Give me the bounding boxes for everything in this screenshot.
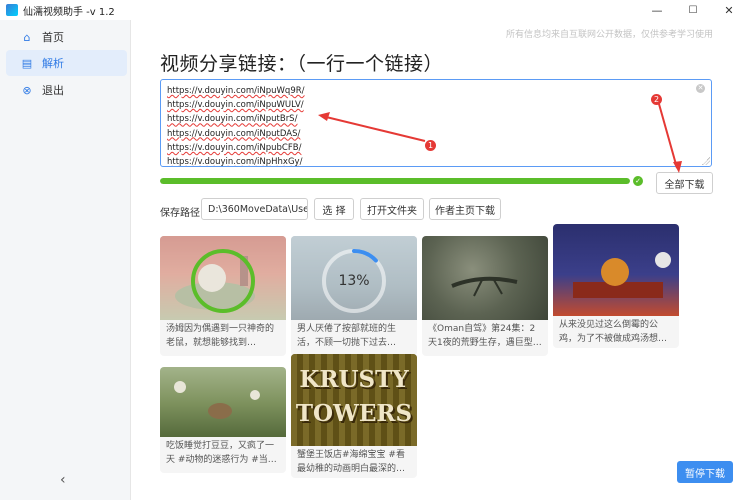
video-card[interactable]: 吃饭睡觉打豆豆，又疯了一天 #动物的迷惑行为 #当…: [160, 367, 286, 473]
author-download-button[interactable]: 作者主页下载: [429, 198, 501, 220]
link-line: https://v.douyin.com/iNpubCFB/: [167, 142, 302, 153]
save-path-label: 保存路径: [160, 208, 200, 219]
sidebar-item-exit[interactable]: ⊗ 退出: [6, 77, 127, 103]
video-card[interactable]: 从来没见过这么倒霉的公鸡，为了不被做成鸡汤想…: [553, 224, 679, 348]
overall-progress-bar: [160, 178, 630, 184]
download-all-button[interactable]: 全部下载: [656, 172, 713, 194]
maximize-button[interactable]: ☐: [675, 0, 711, 20]
done-ring-icon: [191, 249, 255, 313]
disclaimer-text: 所有信息均来自互联网公开数据，仅供参考学习使用: [505, 30, 713, 40]
save-path-field[interactable]: D:\360MoveData\Users\: [201, 198, 308, 220]
video-caption: 从来没见过这么倒霉的公鸡，为了不被做成鸡汤想…: [559, 320, 668, 344]
sidebar-item-label: 首页: [42, 31, 64, 44]
sidebar-item-home[interactable]: ⌂ 首页: [6, 24, 127, 50]
pause-download-button[interactable]: 暂停下载: [677, 461, 733, 483]
video-card[interactable]: KRUSTY TOWERS 蟹堡王饭店#海绵宝宝 #看最幼稚的动画明白最深的…: [291, 354, 417, 478]
sidebar-item-label: 解析: [42, 57, 64, 70]
app-logo-icon: [6, 4, 18, 16]
sidebar-item-parse[interactable]: ▤ 解析: [6, 50, 127, 76]
check-icon: ✓: [633, 176, 643, 186]
annotation-badge-2: 2: [651, 94, 662, 105]
close-button[interactable]: ✕: [711, 0, 747, 20]
video-caption: 蟹堡王饭店#海绵宝宝 #看最幼稚的动画明白最深的…: [297, 450, 406, 474]
minimize-button[interactable]: —: [639, 0, 675, 20]
choose-folder-button[interactable]: 选 择: [314, 198, 354, 220]
link-line: https://v.douyin.com/iNputDAS/: [167, 128, 301, 139]
links-textarea[interactable]: https://v.douyin.com/iNpuWq9R/ https://v…: [160, 79, 712, 167]
video-card[interactable]: 《Oman自驾》第24集：2天1夜的荒野生存，遇巨型…: [422, 236, 548, 356]
page-title: 视频分享链接：（一行一个链接）: [160, 53, 444, 75]
window-title: 仙濡视频助手 -v 1.2: [23, 6, 115, 18]
home-icon: ⌂: [23, 30, 31, 44]
video-thumbnail: [160, 367, 286, 437]
download-percent: 13%: [338, 273, 370, 289]
overall-progress-fill: [160, 178, 630, 184]
video-caption: 汤姆因为偶遇到一只神奇的老鼠，就想能够找到…: [166, 324, 275, 348]
sidebar: ⌂ 首页 ▤ 解析 ⊗ 退出 ‹: [0, 20, 131, 500]
animal-thumbnail: [174, 381, 260, 419]
sidebar-item-label: 退出: [42, 84, 64, 97]
thumbnail-text-line1: KRUSTY: [299, 366, 409, 393]
video-card[interactable]: 13% 男人厌倦了按部就班的生活，不顾一切抛下过去…: [291, 236, 417, 356]
video-thumbnail: KRUSTY TOWERS: [291, 354, 417, 446]
thumbnail-text-line2: TOWERS: [295, 400, 413, 427]
video-thumbnail: [160, 236, 286, 320]
video-caption: 男人厌倦了按部就班的生活，不顾一切抛下过去…: [297, 324, 397, 348]
link-line: https://v.douyin.com/iNpuWq9R/: [167, 86, 305, 96]
cartoon-thumbnail: [573, 252, 671, 298]
annotation-badge-1: 1: [425, 140, 436, 151]
resize-handle[interactable]: [702, 157, 710, 165]
title-bar: 仙濡视频助手 -v 1.2: [0, 0, 747, 20]
open-folder-button[interactable]: 打开文件夹: [360, 198, 424, 220]
video-caption: 《Oman自驾》第24集：2天1夜的荒野生存，遇巨型…: [428, 324, 542, 348]
video-thumbnail: [553, 224, 679, 316]
exit-icon: ⊗: [22, 83, 32, 97]
clear-input-icon[interactable]: ✕: [696, 84, 705, 93]
video-card[interactable]: 汤姆因为偶遇到一只神奇的老鼠，就想能够找到…: [160, 236, 286, 356]
link-line: https://v.douyin.com/iNputBrS/: [167, 114, 298, 125]
video-thumbnail: [422, 236, 548, 320]
parse-icon: ▤: [21, 56, 33, 70]
lizard-thumbnail: [451, 276, 518, 297]
link-line: https://v.douyin.com/iNpHhxGy/: [167, 157, 303, 167]
video-thumbnail: 13%: [291, 236, 417, 320]
link-line: https://v.douyin.com/iNpuWULV/: [167, 100, 304, 111]
video-caption: 吃饭睡觉打豆豆，又疯了一天 #动物的迷惑行为 #当…: [166, 441, 277, 465]
collapse-sidebar-icon[interactable]: ‹: [60, 472, 66, 488]
